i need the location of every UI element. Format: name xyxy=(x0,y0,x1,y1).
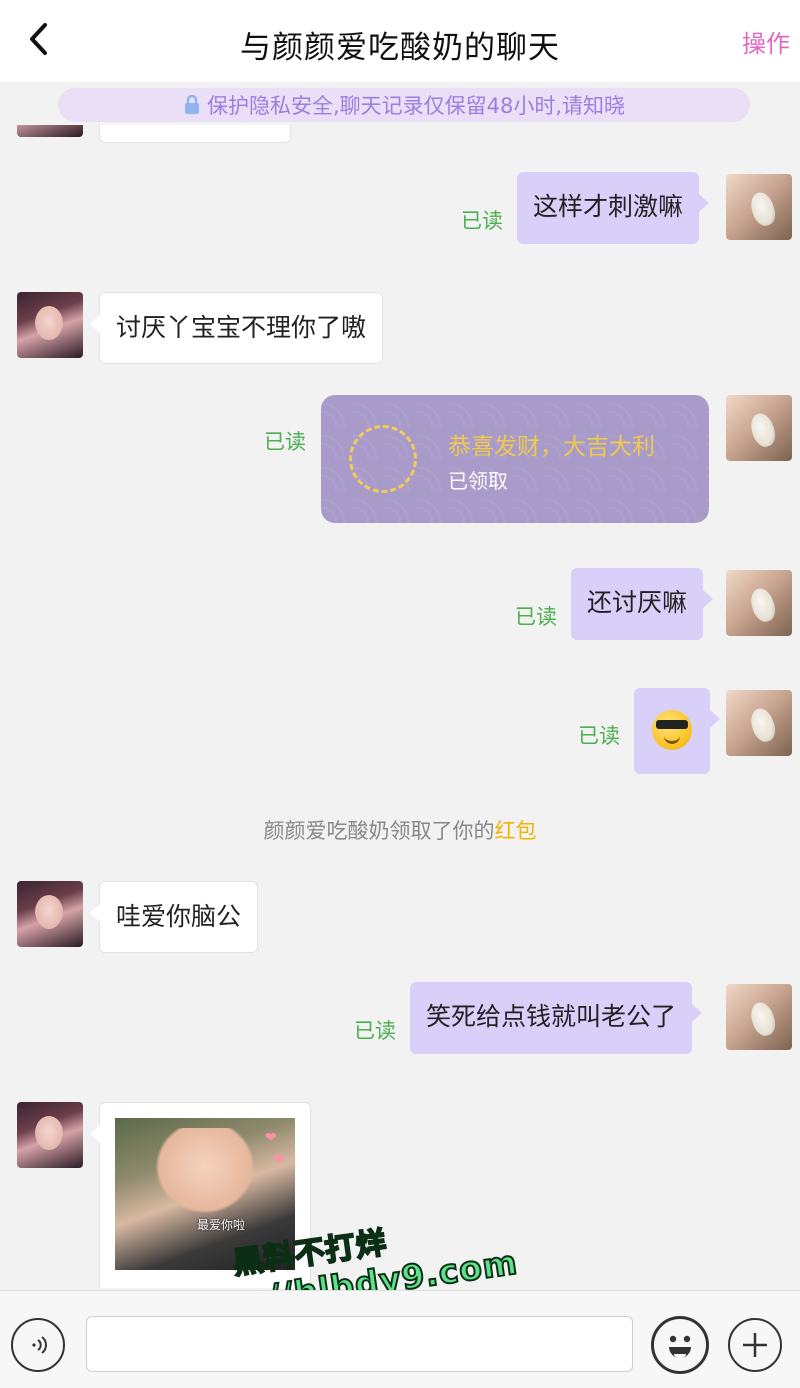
action-button[interactable]: 操作 xyxy=(742,24,790,59)
red-packet-state: 已领取 xyxy=(448,469,508,493)
page-title: 与颜颜爱吃酸奶的聊天 xyxy=(240,30,560,66)
contact-avatar[interactable] xyxy=(17,125,83,137)
red-packet-icon xyxy=(349,425,417,493)
message-bubble[interactable]: 讨厌丫宝宝不理你了嗷 xyxy=(89,292,384,364)
read-status: 已读 xyxy=(515,605,557,629)
message-bubble[interactable]: 哇爱你脑公 xyxy=(89,881,259,953)
emoji-bubble[interactable] xyxy=(634,688,720,774)
red-packet-card[interactable]: 恭喜发财，大吉大利 已领取 xyxy=(321,395,709,523)
voice-icon xyxy=(32,1336,47,1354)
chat-list[interactable]: 已读 这样才刺激嘛 讨厌丫宝宝不理你了嗷 已读 恭喜发财，大吉大利 已领取 已读… xyxy=(0,125,800,1288)
contact-avatar[interactable] xyxy=(17,1102,83,1168)
red-packet-link[interactable]: 红包 xyxy=(495,819,537,843)
privacy-notice-text: 保护隐私安全,聊天记录仅保留48小时,请知晓 xyxy=(206,94,626,118)
voice-button[interactable] xyxy=(11,1318,65,1372)
system-message-text: 颜颜爱吃酸奶领取了你的 xyxy=(263,819,495,843)
emoji-button[interactable] xyxy=(651,1316,709,1374)
message-bubble[interactable]: 还讨厌嘛 xyxy=(571,568,714,640)
my-avatar[interactable] xyxy=(726,690,792,756)
smiley-icon xyxy=(669,1335,691,1358)
my-avatar[interactable] xyxy=(726,174,792,240)
read-status: 已读 xyxy=(461,209,503,233)
sticker-caption: 最爱你啦 xyxy=(197,1218,246,1232)
message-input[interactable] xyxy=(86,1316,633,1372)
message-bubble[interactable] xyxy=(99,125,291,143)
read-status: 已读 xyxy=(354,1019,396,1043)
read-status: 已读 xyxy=(578,724,620,748)
system-message: 颜颜爱吃酸奶领取了你的红包 xyxy=(0,815,800,845)
heart-icon: ❤ xyxy=(273,1152,285,1168)
my-avatar[interactable] xyxy=(726,570,792,636)
sunglasses-emoji-icon xyxy=(652,710,692,750)
lock-icon xyxy=(184,95,199,114)
contact-avatar[interactable] xyxy=(17,292,83,358)
privacy-notice: 保护隐私安全,聊天记录仅保留48小时,请知晓 xyxy=(58,88,750,122)
more-button[interactable] xyxy=(728,1318,782,1372)
nav-bar: 与颜颜爱吃酸奶的聊天 操作 xyxy=(0,0,800,82)
my-avatar[interactable] xyxy=(726,395,792,461)
heart-icon: ❤ xyxy=(265,1130,277,1146)
read-status: 已读 xyxy=(264,430,306,454)
input-bar xyxy=(0,1290,800,1388)
plus-icon xyxy=(743,1333,767,1357)
contact-avatar[interactable] xyxy=(17,881,83,947)
red-packet-title: 恭喜发财，大吉大利 xyxy=(448,434,655,460)
message-bubble[interactable]: 这样才刺激嘛 xyxy=(517,172,710,244)
message-bubble[interactable]: 笑死给点钱就叫老公了 xyxy=(410,982,703,1054)
my-avatar[interactable] xyxy=(726,984,792,1050)
